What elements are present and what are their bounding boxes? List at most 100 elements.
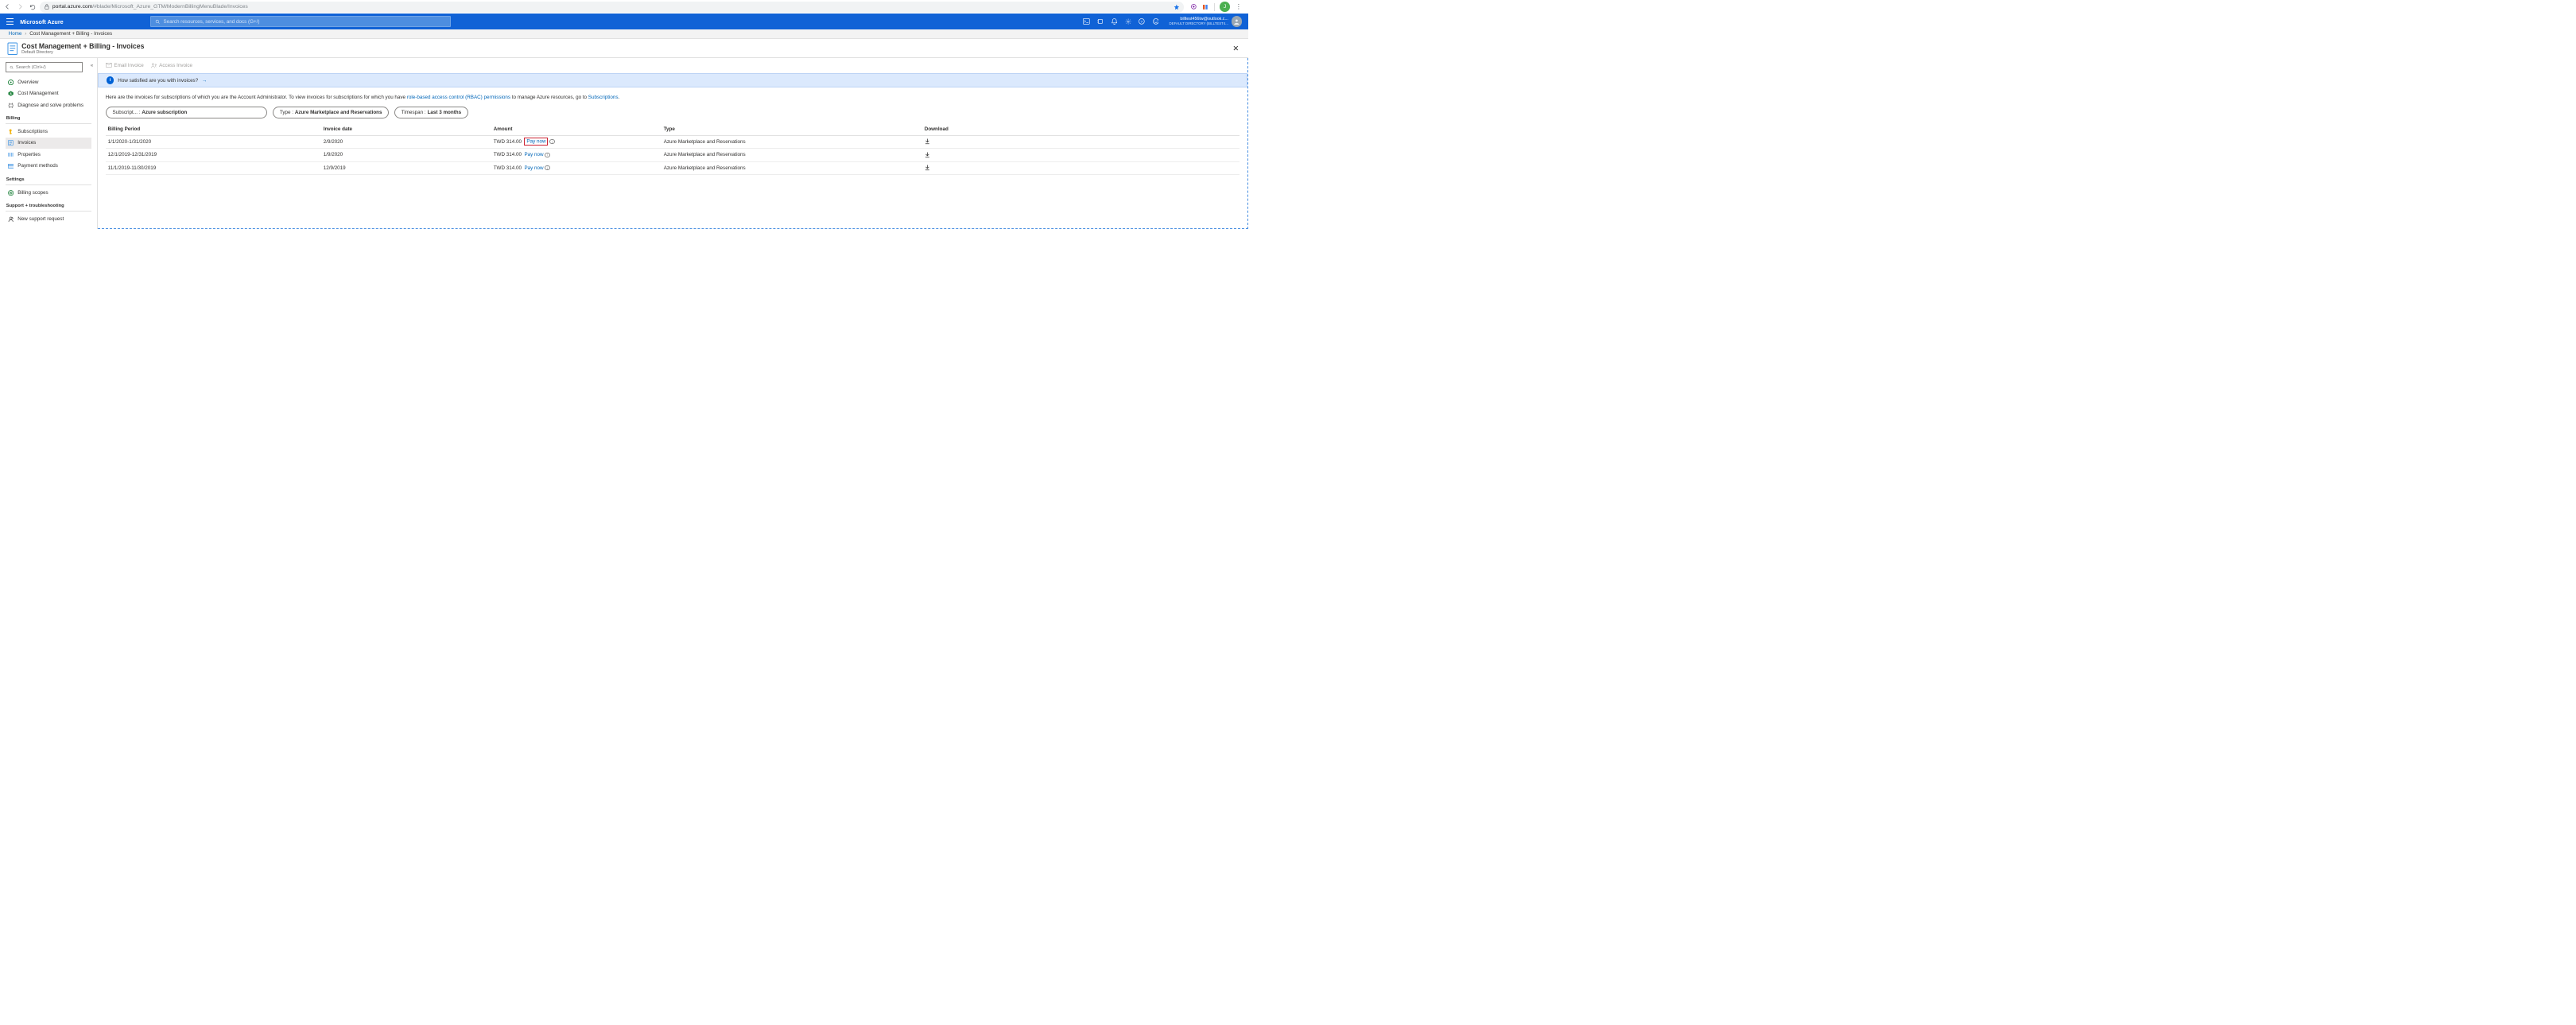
help-icon[interactable]: ? bbox=[1139, 18, 1146, 25]
feedback-icon[interactable] bbox=[1152, 18, 1159, 25]
main-panel: Email Invoice Access Invoice i How satis… bbox=[98, 58, 1248, 230]
back-button[interactable] bbox=[3, 2, 13, 12]
directories-icon[interactable] bbox=[1096, 18, 1104, 25]
global-search[interactable] bbox=[150, 16, 451, 27]
rbac-link[interactable]: role-based access control (RBAC) permiss… bbox=[407, 95, 510, 100]
user-account[interactable]: billtest456tw@outlook.c... DEFAULT DIREC… bbox=[1170, 16, 1243, 27]
sidebar-item-diagnose-and-solve-problems[interactable]: Diagnose and solve problems bbox=[6, 99, 92, 111]
sidebar-item-cost-management[interactable]: $Cost Management bbox=[6, 87, 92, 99]
download-button[interactable] bbox=[925, 152, 1238, 158]
sidebar-item-billing-scopes[interactable]: Billing scopes bbox=[6, 187, 92, 199]
sidebar-item-label: Subscriptions bbox=[17, 129, 48, 134]
subscriptions-link[interactable]: Subscriptions bbox=[588, 95, 619, 100]
access-invoice-label: Access Invoice bbox=[159, 63, 192, 68]
sidebar-item-invoices[interactable]: Invoices bbox=[6, 138, 92, 149]
cell-period: 12/1/2019-12/31/2019 bbox=[106, 149, 321, 162]
cell-date: 12/9/2019 bbox=[321, 161, 491, 175]
reload-button[interactable] bbox=[28, 2, 37, 12]
lock-icon bbox=[45, 4, 49, 10]
sidebar-item-properties[interactable]: Properties bbox=[6, 149, 92, 161]
info-icon[interactable]: i bbox=[549, 139, 554, 144]
filter-row: Subscript... : Azure subscription Type :… bbox=[98, 106, 1247, 122]
page-subtitle: Default Directory bbox=[21, 50, 144, 55]
intro-text: Here are the invoices for subscriptions … bbox=[98, 87, 1213, 106]
chevron-right-icon: › bbox=[25, 31, 26, 37]
sidebar-item-subscriptions[interactable]: Subscriptions bbox=[6, 126, 92, 138]
extension-icon[interactable] bbox=[1190, 3, 1197, 10]
address-bar[interactable]: portal.azure.com/#blade/Microsoft_Azure_… bbox=[40, 2, 1184, 13]
browser-extensions: J ⋮ bbox=[1187, 2, 1245, 12]
download-button[interactable] bbox=[925, 165, 1238, 171]
pay-now-link[interactable]: Pay now bbox=[524, 138, 548, 146]
sidebar-item-payment-methods[interactable]: Payment methods bbox=[6, 161, 92, 173]
sidebar-item-new-support-request[interactable]: New support request bbox=[6, 213, 92, 225]
table-row: 12/1/2019-12/31/20191/9/2020TWD 314.00 P… bbox=[106, 149, 1240, 162]
breadcrumb-home[interactable]: Home bbox=[9, 31, 22, 37]
email-invoice-button[interactable]: Email Invoice bbox=[106, 63, 144, 68]
azure-top-bar: Microsoft Azure ? billtest456tw@outlook.… bbox=[0, 14, 1248, 29]
cell-period: 1/1/2020-1/31/2020 bbox=[106, 135, 321, 149]
feedback-text: How satisfied are you with invoices? bbox=[118, 78, 198, 83]
url-text: portal.azure.com/#blade/Microsoft_Azure_… bbox=[52, 4, 248, 10]
settings-icon[interactable] bbox=[1124, 18, 1131, 25]
diagnose-icon bbox=[8, 102, 14, 108]
sidebar-search-input[interactable] bbox=[16, 65, 79, 70]
forward-button[interactable] bbox=[15, 2, 25, 12]
invoice-blade-icon bbox=[7, 42, 18, 55]
browser-menu-icon[interactable]: ⋮ bbox=[1236, 2, 1243, 11]
col-download[interactable]: Download bbox=[922, 123, 1240, 135]
pay-now-link[interactable]: Pay now bbox=[524, 165, 543, 171]
cell-type: Azure Marketplace and Reservations bbox=[661, 135, 922, 149]
support-icon bbox=[8, 215, 14, 222]
props-icon bbox=[8, 152, 14, 158]
sidebar-item-label: Payment methods bbox=[17, 163, 58, 169]
download-button[interactable] bbox=[925, 138, 1238, 145]
feedback-link-icon[interactable]: → bbox=[202, 78, 207, 83]
brand-label[interactable]: Microsoft Azure bbox=[20, 18, 64, 25]
browser-toolbar: portal.azure.com/#blade/Microsoft_Azure_… bbox=[0, 0, 1248, 14]
notifications-icon[interactable] bbox=[1111, 18, 1118, 25]
overview-icon bbox=[8, 79, 14, 85]
filter-type[interactable]: Type : Azure Marketplace and Reservation… bbox=[273, 107, 389, 118]
breadcrumb: Home › Cost Management + Billing - Invoi… bbox=[0, 29, 1248, 40]
pay-now-link[interactable]: Pay now bbox=[524, 152, 543, 157]
cell-period: 11/1/2019-11/30/2019 bbox=[106, 161, 321, 175]
collapse-sidebar-button[interactable]: « bbox=[91, 63, 94, 68]
sidebar-item-overview[interactable]: Overview bbox=[6, 76, 92, 88]
search-icon bbox=[10, 65, 14, 70]
filter-timespan[interactable]: Timespan : Last 3 months bbox=[394, 107, 468, 118]
sidebar-item-label: Diagnose and solve problems bbox=[17, 103, 83, 108]
target-icon bbox=[8, 189, 14, 196]
col-invoice-date[interactable]: Invoice date bbox=[321, 123, 491, 135]
cell-type: Azure Marketplace and Reservations bbox=[661, 149, 922, 162]
cost-icon: $ bbox=[8, 91, 14, 97]
browser-profile-avatar[interactable]: J bbox=[1220, 2, 1230, 12]
sidebar-item-label: Overview bbox=[17, 80, 38, 85]
section-settings: Settings bbox=[6, 177, 92, 182]
info-icon[interactable]: i bbox=[545, 153, 549, 157]
key-icon bbox=[8, 129, 14, 135]
col-type[interactable]: Type bbox=[661, 123, 922, 135]
table-row: 1/1/2020-1/31/20202/9/2020TWD 314.00 Pay… bbox=[106, 135, 1240, 149]
email-invoice-label: Email Invoice bbox=[114, 63, 143, 68]
extension-icon[interactable] bbox=[1202, 4, 1208, 10]
star-icon[interactable] bbox=[1174, 4, 1180, 10]
close-blade-button[interactable]: ✕ bbox=[1230, 42, 1241, 56]
cloud-shell-icon[interactable] bbox=[1083, 18, 1090, 25]
filter-subscription[interactable]: Subscript... : Azure subscription bbox=[106, 107, 268, 118]
info-icon[interactable]: i bbox=[545, 165, 549, 170]
global-search-input[interactable] bbox=[164, 19, 447, 25]
col-billing-period[interactable]: Billing Period bbox=[106, 123, 321, 135]
svg-text:?: ? bbox=[1141, 20, 1143, 25]
table-row: 11/1/2019-11/30/201912/9/2019TWD 314.00 … bbox=[106, 161, 1240, 175]
sidebar-item-label: Billing scopes bbox=[17, 190, 48, 196]
invoices-table: Billing Period Invoice date Amount Type … bbox=[106, 123, 1240, 175]
feedback-banner: i How satisfied are you with invoices? → bbox=[98, 73, 1247, 87]
cell-amount: TWD 314.00 Pay nowi bbox=[491, 149, 661, 162]
menu-toggle-button[interactable] bbox=[6, 18, 14, 25]
sidebar-item-label: Invoices bbox=[17, 140, 36, 146]
cell-date: 2/9/2020 bbox=[321, 135, 491, 149]
sidebar-search[interactable] bbox=[6, 62, 83, 72]
access-invoice-button[interactable]: Access Invoice bbox=[151, 63, 193, 68]
col-amount[interactable]: Amount bbox=[491, 123, 661, 135]
